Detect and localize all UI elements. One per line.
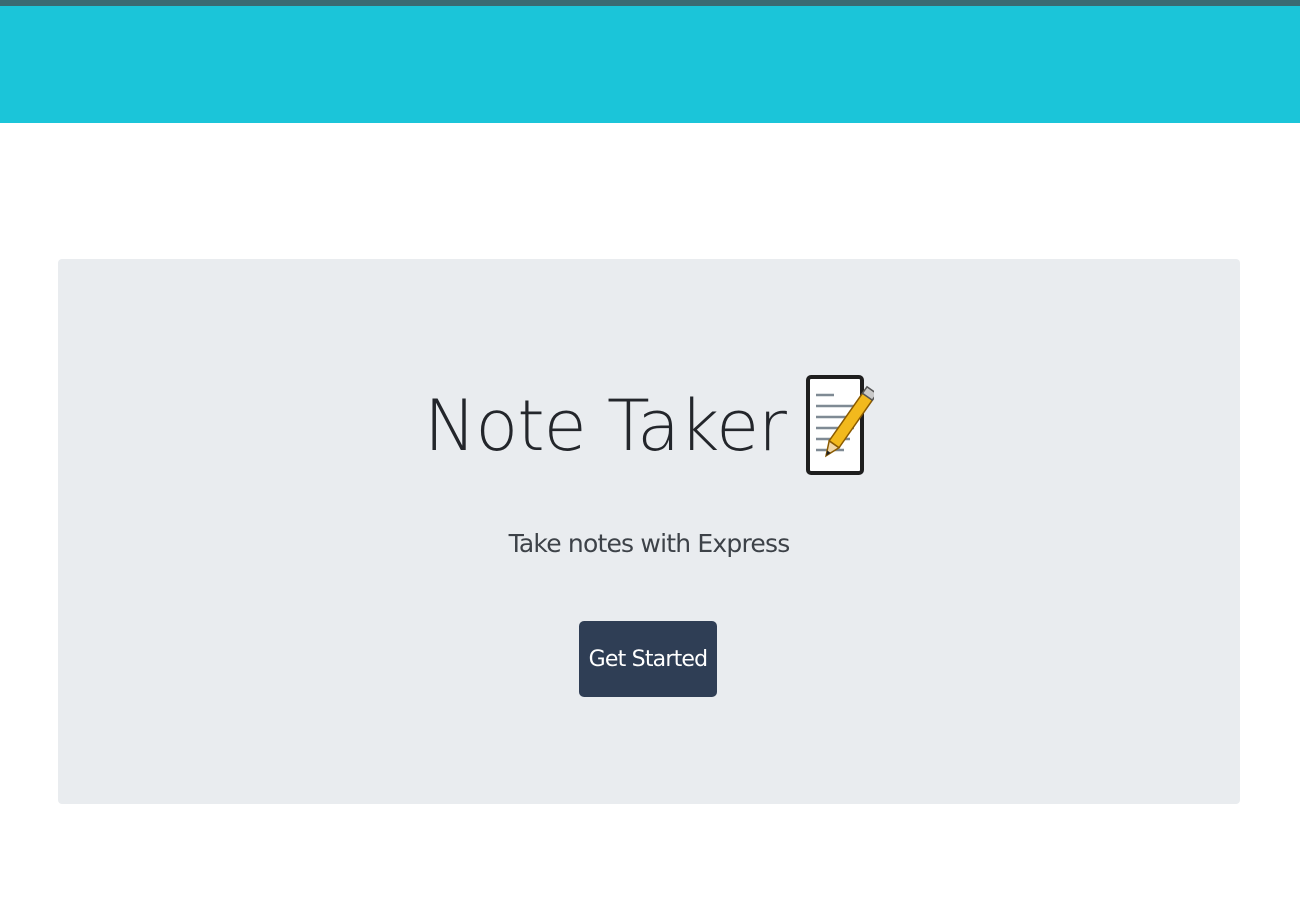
- get-started-button[interactable]: Get Started: [579, 621, 717, 697]
- hero-subtitle: Take notes with Express: [508, 529, 791, 558]
- hero-title-row: Note Taker: [58, 371, 1240, 481]
- memo-icon: [804, 373, 878, 479]
- navbar: [0, 6, 1300, 123]
- page-title: Note Taker: [424, 385, 787, 467]
- hero-section: Note Taker Take notes with Express Get S…: [58, 259, 1240, 804]
